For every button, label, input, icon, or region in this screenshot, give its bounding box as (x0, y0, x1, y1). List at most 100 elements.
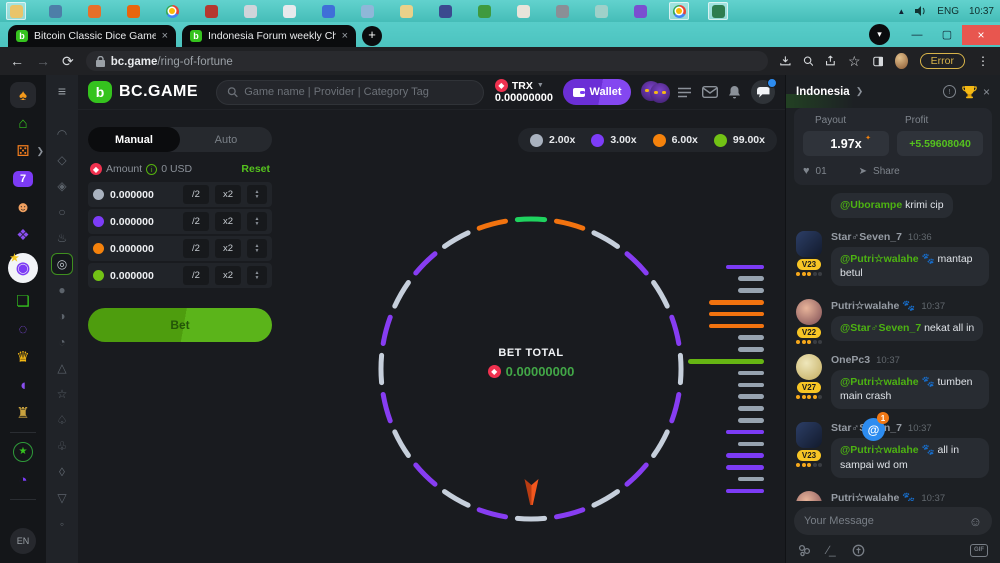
back-button[interactable]: ← (10, 54, 24, 68)
emoji-icon[interactable]: ☺ (969, 514, 982, 529)
folders-icon[interactable] (396, 2, 416, 20)
paint-icon[interactable] (318, 2, 338, 20)
sidebar-item-casino-logo[interactable]: ♠ (6, 81, 40, 109)
chat-close-icon[interactable]: × (983, 85, 990, 99)
sidebar-item-multiplayer[interactable]: ◖ (6, 371, 40, 399)
half-button[interactable]: /2 (183, 185, 209, 204)
install-icon[interactable] (780, 54, 791, 68)
mini-game-icon-1[interactable]: ◇ (51, 149, 73, 171)
zoom-icon[interactable] (803, 54, 814, 68)
coin-rain-icon[interactable] (798, 544, 811, 557)
info-icon[interactable]: i (146, 164, 157, 175)
red-book-icon[interactable] (201, 2, 221, 20)
browser-menu-icon[interactable]: ⋮ (977, 54, 990, 68)
sidebar-item-promotions[interactable]: ❖ (6, 221, 40, 249)
share-arrow-icon[interactable]: ➤ (859, 166, 867, 177)
chat-info-icon[interactable]: ! (943, 85, 956, 98)
close-button[interactable]: × (962, 25, 1000, 45)
error-badge[interactable]: Error (920, 53, 965, 69)
username[interactable]: Putri☆walahe 🐾 (831, 299, 915, 312)
mini-game-icon-6[interactable]: ● (51, 279, 73, 301)
forward-button[interactable]: → (36, 54, 50, 68)
sidebar-item-ring-of-fortune[interactable]: ◉★ (6, 249, 40, 287)
like-heart-icon[interactable]: ♥ (803, 165, 810, 177)
bets-list-icon[interactable] (677, 87, 692, 98)
double-button[interactable]: x2 (215, 266, 241, 285)
sidebar-item-language-switch[interactable]: EN (6, 527, 40, 555)
mini-game-icon-12[interactable]: ♧ (51, 435, 73, 457)
reset-button[interactable]: Reset (241, 163, 270, 175)
channel-chevron-icon[interactable]: ❯ (856, 86, 864, 97)
browser-tab[interactable]: bIndonesia Forum weekly Challeng× (182, 25, 356, 47)
wallet-balance[interactable]: ◆ TRX ▼ 0.00000000 (495, 79, 553, 105)
gif-keyboard-icon[interactable]: GIF (970, 544, 988, 557)
tab-manual[interactable]: Manual (88, 127, 180, 152)
kmplayer-icon[interactable] (630, 2, 650, 20)
clipboard-icon[interactable] (240, 2, 260, 20)
amount-stepper[interactable]: ▲▼ (247, 185, 267, 204)
sidebar-item-slots[interactable]: 7 (6, 165, 40, 193)
new-tab-button[interactable]: + (362, 26, 382, 46)
sidebar-item-lottery[interactable]: ◌ (6, 315, 40, 343)
search-input[interactable] (244, 86, 473, 98)
mini-game-icon-0[interactable]: ◠ (51, 123, 73, 145)
firefox-icon[interactable] (123, 2, 143, 20)
share-label[interactable]: Share (873, 166, 900, 177)
excel-icon[interactable] (708, 2, 728, 20)
chrome-active-icon[interactable] (669, 2, 689, 20)
amount-stepper[interactable]: ▲▼ (247, 212, 267, 231)
mention-link[interactable]: @Uborampe (840, 199, 902, 211)
amount-stepper[interactable]: ▲▼ (247, 266, 267, 285)
bet-button[interactable]: Bet (88, 308, 272, 342)
clock[interactable]: 10:37 (969, 6, 994, 17)
mini-game-icon-3[interactable]: ○ (51, 201, 73, 223)
address-bar[interactable]: bc.game/ring-of-fortune (86, 51, 768, 71)
pinwheel-icon[interactable] (513, 2, 533, 20)
trophy-icon[interactable] (962, 85, 977, 99)
file-explorer-icon[interactable] (6, 2, 26, 20)
half-button[interactable]: /2 (183, 239, 209, 258)
double-button[interactable]: x2 (215, 185, 241, 204)
double-button[interactable]: x2 (215, 239, 241, 258)
photo-viewer-icon[interactable] (45, 2, 65, 20)
mini-game-icon-9[interactable]: △ (51, 357, 73, 379)
mention-link[interactable]: @Putri☆walahe (840, 253, 919, 265)
tip-coin-icon[interactable] (852, 544, 865, 557)
share-icon[interactable] (825, 54, 836, 68)
mini-game-icon-13[interactable]: ◊ (51, 461, 73, 483)
minimize-button[interactable]: — (902, 25, 932, 45)
sidebar-item-bonuses[interactable]: ❏ (6, 287, 40, 315)
mini-game-icon-11[interactable]: ♤ (51, 409, 73, 431)
sidebar-item-home[interactable]: ⌂ (6, 109, 40, 137)
chat-channel[interactable]: Indonesia (796, 86, 850, 98)
user-avatar[interactable] (641, 81, 667, 103)
input-language[interactable]: ENG (937, 6, 959, 17)
avatar[interactable] (796, 299, 822, 325)
amount-stepper[interactable]: ▲▼ (247, 239, 267, 258)
collapse-menu-icon[interactable]: ≡ (58, 83, 66, 99)
pidgin-icon[interactable] (435, 2, 455, 20)
mini-game-icon-7[interactable]: ◑ (51, 305, 73, 327)
volume-icon[interactable] (915, 6, 927, 16)
tab-auto[interactable]: Auto (180, 134, 272, 146)
side-panel-icon[interactable] (873, 55, 884, 68)
mini-game-icon-10[interactable]: ☆ (51, 383, 73, 405)
avatar[interactable] (796, 491, 822, 502)
game-search[interactable] (216, 80, 484, 105)
half-button[interactable]: /2 (183, 266, 209, 285)
tab-close-icon[interactable]: × (342, 30, 348, 42)
mention-link[interactable]: @Putri☆walahe (840, 376, 919, 388)
browser-profile-avatar[interactable] (895, 53, 907, 69)
bookmark-star-icon[interactable]: ☆ (848, 54, 861, 68)
chat-rules-icon[interactable]: ∕_ (827, 543, 836, 557)
mention-link[interactable]: @Star♂Seven_7 (840, 322, 921, 334)
username[interactable]: Putri☆walahe 🐾 (831, 491, 915, 502)
mini-game-icon-4[interactable]: ♨ (51, 227, 73, 249)
media-player-icon[interactable] (84, 2, 104, 20)
sidebar-item-rewards[interactable]: ★ (6, 438, 40, 466)
mini-game-icon-14[interactable]: ▽ (51, 487, 73, 509)
sidebar-item-live-casino[interactable]: ☻ (6, 193, 40, 221)
search-tool-icon[interactable] (357, 2, 377, 20)
sidebar-item-ring-of-fortune-mini[interactable]: ◎ (51, 253, 73, 275)
half-button[interactable]: /2 (183, 212, 209, 231)
